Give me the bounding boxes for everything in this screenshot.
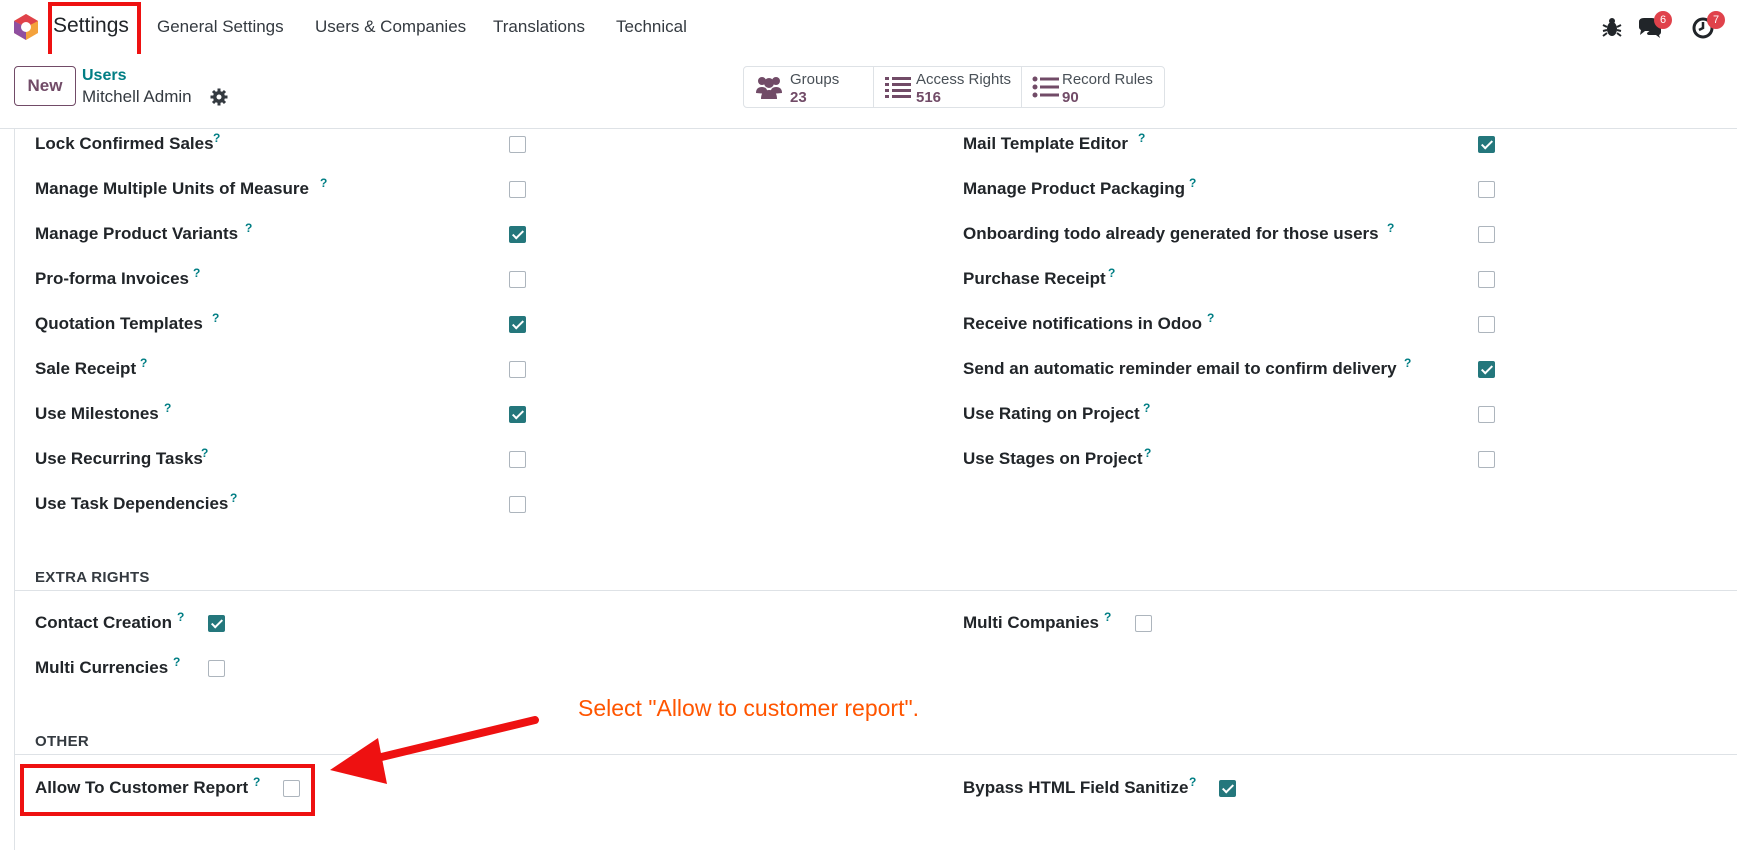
section-divider <box>14 590 1737 591</box>
help-tooltip-icon[interactable]: ? <box>1144 446 1151 460</box>
field-label: Use Task Dependencies <box>35 494 229 513</box>
help-tooltip-icon[interactable]: ? <box>320 176 327 190</box>
section-title-extra-rights: EXTRA RIGHTS <box>35 569 150 586</box>
field-checkbox[interactable] <box>509 226 526 243</box>
field-checkbox[interactable] <box>1478 406 1495 423</box>
smart-button-record-rules[interactable]: Record Rules 90 <box>1022 67 1164 107</box>
help-tooltip-icon[interactable]: ? <box>1143 401 1150 415</box>
field-label: Sale Receipt <box>35 359 137 378</box>
gear-icon[interactable] <box>210 88 228 106</box>
help-tooltip-icon[interactable]: ? <box>1189 775 1196 789</box>
help-tooltip-icon[interactable]: ? <box>212 311 219 325</box>
menu-technical[interactable]: Technical <box>616 17 687 37</box>
smart-button-record-rules-count: 90 <box>1062 89 1079 106</box>
smart-button-groups[interactable]: Groups 23 <box>744 67 874 107</box>
field-checkbox[interactable] <box>1478 316 1495 333</box>
users-group-icon <box>756 77 782 99</box>
new-button[interactable]: New <box>14 66 76 106</box>
smart-button-groups-count: 23 <box>790 89 807 106</box>
field-checkbox[interactable] <box>509 181 526 198</box>
activity-badge: 7 <box>1707 11 1725 29</box>
field-label: Use Milestones <box>35 404 159 423</box>
help-tooltip-icon[interactable]: ? <box>1404 356 1411 370</box>
field-checkbox[interactable] <box>1478 136 1495 153</box>
control-panel: New Users Mitchell Admin Groups 23 Acces… <box>0 54 1737 129</box>
field-checkbox[interactable] <box>1135 615 1152 632</box>
help-tooltip-icon[interactable]: ? <box>201 446 208 460</box>
debug-bug-icon[interactable] <box>1599 14 1625 40</box>
section-title-other: OTHER <box>35 733 89 750</box>
field-label: Multi Companies <box>963 613 1100 632</box>
field-label: Send an automatic reminder email to conf… <box>963 359 1397 378</box>
field-checkbox[interactable] <box>509 316 526 333</box>
field-label: Receive notifications in Odoo <box>963 314 1202 333</box>
help-tooltip-icon[interactable]: ? <box>230 491 237 505</box>
smart-buttons: Groups 23 Access Rights 516 Record Rules… <box>743 66 1165 108</box>
list-icon <box>885 77 911 98</box>
breadcrumb-users[interactable]: Users <box>82 67 126 85</box>
field-label: Manage Multiple Units of Measure <box>35 179 309 198</box>
help-tooltip-icon[interactable]: ? <box>1104 610 1111 624</box>
field-checkbox[interactable] <box>1478 226 1495 243</box>
menu-general-settings[interactable]: General Settings <box>157 17 284 37</box>
menu-users-companies[interactable]: Users & Companies <box>315 17 466 37</box>
field-checkbox[interactable] <box>1478 271 1495 288</box>
field-label: Lock Confirmed Sales <box>35 134 214 153</box>
field-label: Mail Template Editor <box>963 134 1128 153</box>
field-label: Pro-forma Invoices <box>35 269 189 288</box>
field-label: Purchase Receipt <box>963 269 1106 288</box>
field-checkbox[interactable] <box>1478 451 1495 468</box>
field-label: Use Rating on Project <box>963 404 1140 423</box>
field-label: Onboarding todo already generated for th… <box>963 224 1379 243</box>
help-tooltip-icon[interactable]: ? <box>140 356 147 370</box>
field-label: Use Recurring Tasks <box>35 449 203 468</box>
help-tooltip-icon[interactable]: ? <box>164 401 171 415</box>
field-checkbox[interactable] <box>509 136 526 153</box>
field-label: Use Stages on Project <box>963 449 1143 468</box>
help-tooltip-icon[interactable]: ? <box>193 266 200 280</box>
field-checkbox[interactable] <box>509 361 526 378</box>
field-checkbox[interactable] <box>509 406 526 423</box>
messages-badge: 6 <box>1654 11 1672 29</box>
breadcrumb-current: Mitchell Admin <box>82 87 192 106</box>
field-label: Contact Creation <box>35 613 172 632</box>
field-checkbox[interactable] <box>509 271 526 288</box>
help-tooltip-icon[interactable]: ? <box>177 610 184 624</box>
field-checkbox[interactable] <box>1478 181 1495 198</box>
help-tooltip-icon[interactable]: ? <box>173 655 180 669</box>
app-logo-icon[interactable] <box>12 13 40 41</box>
field-label: Bypass HTML Field Sanitize <box>963 778 1189 797</box>
top-navbar: Settings General Settings Users & Compan… <box>0 0 1737 58</box>
allow-customer-report-highlight-box <box>20 764 315 816</box>
field-checkbox[interactable] <box>1478 361 1495 378</box>
help-tooltip-icon[interactable]: ? <box>1108 266 1115 280</box>
help-tooltip-icon[interactable]: ? <box>213 131 220 145</box>
help-tooltip-icon[interactable]: ? <box>1189 176 1196 190</box>
help-tooltip-icon[interactable]: ? <box>1207 311 1214 325</box>
field-checkbox[interactable] <box>509 451 526 468</box>
annotation-instruction: Select "Allow to customer report". <box>578 695 920 721</box>
field-checkbox[interactable] <box>208 660 225 677</box>
bulleted-list-icon <box>1032 76 1059 98</box>
field-label: Quotation Templates <box>35 314 203 333</box>
help-tooltip-icon[interactable]: ? <box>245 221 252 235</box>
field-label: Manage Product Variants <box>35 224 239 243</box>
help-tooltip-icon[interactable]: ? <box>1138 131 1145 145</box>
field-checkbox[interactable] <box>509 496 526 513</box>
smart-button-access-rights-count: 516 <box>916 89 942 106</box>
smart-button-access-rights[interactable]: Access Rights 516 <box>874 67 1022 107</box>
field-checkbox[interactable] <box>1219 780 1236 797</box>
section-divider <box>14 754 1737 755</box>
field-checkbox[interactable] <box>208 615 225 632</box>
field-label: Manage Product Packaging <box>963 179 1185 198</box>
field-label: Multi Currencies <box>35 658 169 677</box>
smart-button-record-rules-label: Record Rules <box>1062 71 1153 88</box>
smart-button-access-rights-label: Access Rights <box>916 71 1012 88</box>
smart-button-groups-label: Groups <box>790 71 840 88</box>
help-tooltip-icon[interactable]: ? <box>1387 221 1394 235</box>
menu-translations[interactable]: Translations <box>493 17 585 37</box>
app-name-highlight-box <box>48 2 141 58</box>
